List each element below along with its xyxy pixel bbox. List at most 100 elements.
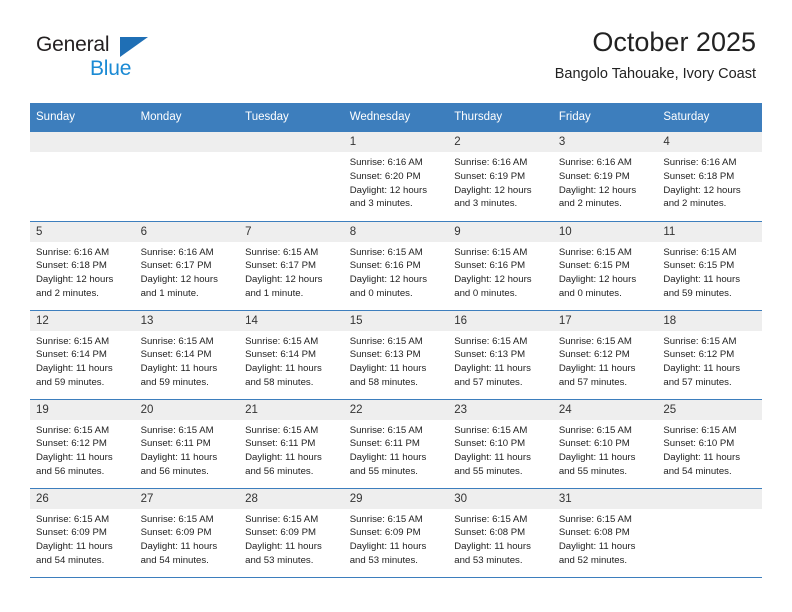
day-sun-info: Sunrise: 6:15 AM Sunset: 6:16 PM Daylight:… <box>344 242 449 300</box>
day-info-line: Sunset: 6:20 PM <box>349 170 421 182</box>
calendar-day-cell[interactable]: 22 Sunrise: 6:15 AM Sunset: 6:11 PM Dayligh… <box>343 399 449 489</box>
day-info-line: Sunset: 6:16 PM <box>349 260 421 272</box>
day-number: 26 <box>30 488 135 509</box>
day-sun-info: Sunrise: 6:16 AM Sunset: 6:17 PM Daylight:… <box>135 242 240 300</box>
day-info-line: Sunset: 6:14 PM <box>245 349 317 361</box>
day-sun-info: Sunrise: 6:15 AM Sunset: 6:09 PM Daylight:… <box>30 509 135 567</box>
general-blue-logo[interactable]: General Blue <box>36 33 216 85</box>
day-number: 11 <box>657 221 762 242</box>
calendar-day-cell[interactable]: 5 Sunrise: 6:16 AM Sunset: 6:18 PM Daylight… <box>30 221 135 311</box>
day-info-line: and 54 minutes. <box>140 554 209 566</box>
calendar-day-cell[interactable]: 10 Sunrise: 6:15 AM Sunset: 6:15 PM Dayligh… <box>552 221 658 311</box>
day-info-line: Sunset: 6:09 PM <box>140 527 212 539</box>
day-sun-info: Sunrise: 6:15 AM Sunset: 6:12 PM Daylight:… <box>657 331 762 389</box>
calendar-day-cell[interactable]: 31 Sunrise: 6:15 AM Sunset: 6:08 PM Dayligh… <box>552 488 658 578</box>
day-number: 4 <box>657 132 762 153</box>
calendar-day-cell[interactable]: 11 Sunrise: 6:15 AM Sunset: 6:15 PM Dayligh… <box>657 221 762 311</box>
day-info-line: and 2 minutes. <box>36 287 99 299</box>
day-number: 16 <box>448 310 553 331</box>
day-number: 7 <box>239 221 344 242</box>
day-info-line: and 2 minutes. <box>558 198 622 210</box>
day-info-line: Daylight: 12 hours <box>245 274 323 286</box>
day-sun-info: Sunrise: 6:15 AM Sunset: 6:13 PM Daylight:… <box>448 331 553 389</box>
day-info-line: Daylight: 12 hours <box>558 184 637 196</box>
day-info-line: Sunrise: 6:16 AM <box>349 157 423 169</box>
day-info-line: Daylight: 12 hours <box>663 184 741 196</box>
calendar-day-cell[interactable]: 16 Sunrise: 6:15 AM Sunset: 6:13 PM Dayligh… <box>448 310 553 400</box>
day-info-line: Daylight: 11 hours <box>349 363 427 375</box>
day-number: 12 <box>30 310 135 331</box>
calendar-day-cell[interactable]: 17 Sunrise: 6:15 AM Sunset: 6:12 PM Dayligh… <box>552 310 658 400</box>
weekday-header-thursday: Thursday <box>448 103 553 132</box>
day-info-line: Sunrise: 6:15 AM <box>140 424 214 436</box>
day-number: 27 <box>134 488 240 509</box>
day-info-line: Sunrise: 6:15 AM <box>140 335 214 347</box>
day-info-line: Sunset: 6:16 PM <box>454 260 526 272</box>
day-info-line: and 3 minutes. <box>349 198 413 210</box>
calendar-day-cell[interactable]: 6 Sunrise: 6:16 AM Sunset: 6:17 PM Daylight… <box>134 221 240 311</box>
calendar-week-row: 5 Sunrise: 6:16 AM Sunset: 6:18 PM Daylight… <box>30 221 762 311</box>
day-info-line: and 53 minutes. <box>245 554 314 566</box>
calendar-day-cell[interactable]: 27 Sunrise: 6:15 AM Sunset: 6:09 PM Dayligh… <box>134 488 240 578</box>
calendar-week-row: 1 Sunrise: 6:16 AM Sunset: 6:20 PM Daylight… <box>30 132 762 222</box>
day-sun-info: Sunrise: 6:15 AM Sunset: 6:12 PM Daylight:… <box>30 420 135 478</box>
day-info-line: and 59 minutes. <box>140 376 209 388</box>
calendar-day-cell[interactable]: 26 Sunrise: 6:15 AM Sunset: 6:09 PM Dayligh… <box>30 488 135 578</box>
day-info-line: Sunrise: 6:15 AM <box>349 424 423 436</box>
calendar-day-cell[interactable]: 3 Sunrise: 6:16 AM Sunset: 6:19 PM Daylight… <box>552 132 658 222</box>
calendar-day-cell[interactable]: 13 Sunrise: 6:15 AM Sunset: 6:14 PM Dayligh… <box>134 310 240 400</box>
calendar-day-cell[interactable]: 8 Sunrise: 6:15 AM Sunset: 6:16 PM Daylight… <box>343 221 449 311</box>
calendar-week-row: 19 Sunrise: 6:15 AM Sunset: 6:12 PM Dayligh… <box>30 399 762 489</box>
day-sun-info: Sunrise: 6:16 AM Sunset: 6:20 PM Daylight:… <box>344 152 449 210</box>
day-number: 22 <box>343 399 449 420</box>
day-info-line: Sunrise: 6:15 AM <box>663 424 737 436</box>
calendar-day-cell[interactable]: 14 Sunrise: 6:15 AM Sunset: 6:14 PM Dayligh… <box>239 310 344 400</box>
calendar-day-cell[interactable]: 4 Sunrise: 6:16 AM Sunset: 6:18 PM Daylight… <box>657 132 762 222</box>
calendar-day-cell[interactable]: 7 Sunrise: 6:15 AM Sunset: 6:17 PM Daylight… <box>239 221 344 311</box>
calendar-day-cell[interactable]: 25 Sunrise: 6:15 AM Sunset: 6:10 PM Dayligh… <box>657 399 762 489</box>
day-info-line: Daylight: 12 hours <box>349 184 428 196</box>
day-sun-info: Sunrise: 6:15 AM Sunset: 6:08 PM Daylight:… <box>553 509 658 567</box>
calendar-day-cell[interactable]: 9 Sunrise: 6:15 AM Sunset: 6:16 PM Daylight… <box>448 221 553 311</box>
day-info-line: and 0 minutes. <box>558 287 622 299</box>
day-sun-info: Sunrise: 6:15 AM Sunset: 6:11 PM Daylight:… <box>135 420 240 478</box>
day-info-line: Sunset: 6:08 PM <box>454 527 526 539</box>
day-info-line: Sunrise: 6:15 AM <box>36 513 110 525</box>
calendar-day-cell[interactable]: 28 Sunrise: 6:15 AM Sunset: 6:09 PM Dayligh… <box>239 488 344 578</box>
calendar-day-cell[interactable]: 1 Sunrise: 6:16 AM Sunset: 6:20 PM Daylight… <box>343 132 449 222</box>
day-info-line: Sunset: 6:10 PM <box>454 438 526 450</box>
calendar-day-cell[interactable]: 19 Sunrise: 6:15 AM Sunset: 6:12 PM Dayligh… <box>30 399 135 489</box>
day-number: 20 <box>134 399 240 420</box>
day-number: 5 <box>30 221 135 242</box>
calendar-empty-cell <box>239 132 344 222</box>
day-info-line: Sunrise: 6:15 AM <box>36 335 110 347</box>
day-info-line: Sunset: 6:12 PM <box>558 349 630 361</box>
calendar-day-cell[interactable]: 2 Sunrise: 6:16 AM Sunset: 6:19 PM Daylight… <box>448 132 553 222</box>
day-info-line: Daylight: 11 hours <box>663 452 740 464</box>
day-info-line: Daylight: 11 hours <box>558 541 636 553</box>
title-block: October 2025 Bangolo Tahouake, Ivory Coa… <box>555 27 756 81</box>
calendar-week-row: 12 Sunrise: 6:15 AM Sunset: 6:14 PM Dayligh… <box>30 310 762 400</box>
day-info-line: Daylight: 11 hours <box>663 363 740 375</box>
day-info-line: Daylight: 11 hours <box>454 363 531 375</box>
calendar-day-cell[interactable]: 21 Sunrise: 6:15 AM Sunset: 6:11 PM Dayligh… <box>239 399 344 489</box>
day-number: 24 <box>552 399 658 420</box>
calendar-day-cell[interactable]: 15 Sunrise: 6:15 AM Sunset: 6:13 PM Dayligh… <box>343 310 449 400</box>
day-info-line: and 3 minutes. <box>454 198 518 210</box>
day-number: 3 <box>552 132 658 153</box>
calendar-day-cell[interactable]: 12 Sunrise: 6:15 AM Sunset: 6:14 PM Dayligh… <box>30 310 135 400</box>
day-info-line: Sunrise: 6:15 AM <box>245 335 319 347</box>
calendar-day-cell[interactable]: 30 Sunrise: 6:15 AM Sunset: 6:08 PM Dayligh… <box>448 488 553 578</box>
day-info-line: Sunset: 6:11 PM <box>245 438 316 450</box>
calendar-day-cell[interactable]: 20 Sunrise: 6:15 AM Sunset: 6:11 PM Dayligh… <box>134 399 240 489</box>
calendar-day-cell[interactable]: 23 Sunrise: 6:15 AM Sunset: 6:10 PM Dayligh… <box>448 399 553 489</box>
logo-text-blue: Blue <box>90 57 132 80</box>
day-info-line: and 55 minutes. <box>349 465 418 477</box>
page-title: October 2025 <box>592 27 756 57</box>
calendar-day-cell[interactable]: 29 Sunrise: 6:15 AM Sunset: 6:09 PM Dayligh… <box>343 488 449 578</box>
calendar-day-cell[interactable]: 24 Sunrise: 6:15 AM Sunset: 6:10 PM Dayligh… <box>552 399 658 489</box>
calendar-day-cell[interactable]: 18 Sunrise: 6:15 AM Sunset: 6:12 PM Dayligh… <box>657 310 762 400</box>
day-info-line: and 56 minutes. <box>36 465 105 477</box>
day-info-line: and 1 minute. <box>140 287 199 299</box>
day-info-line: Sunrise: 6:15 AM <box>349 335 423 347</box>
